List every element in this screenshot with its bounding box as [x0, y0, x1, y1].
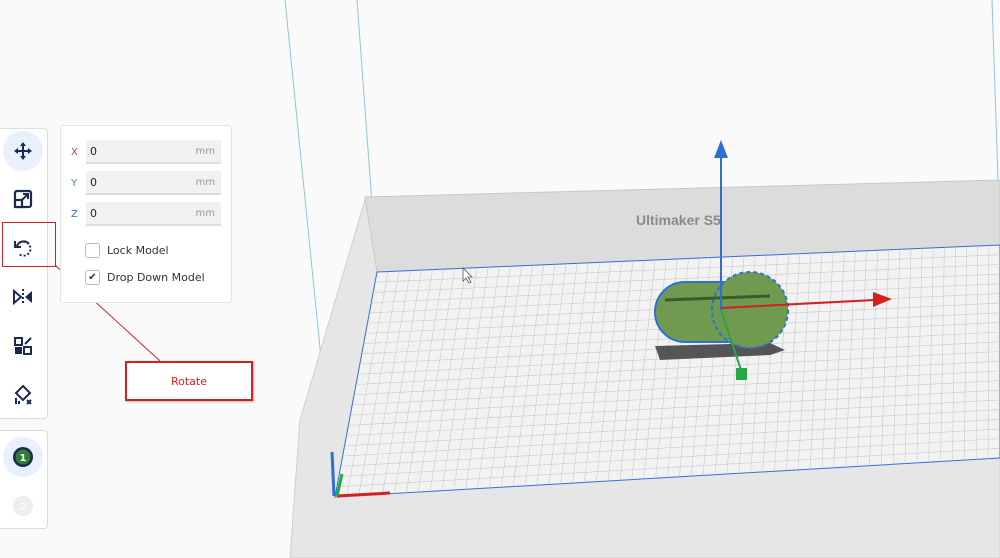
tool-toolbar	[0, 128, 48, 419]
move-tool-panel: X 0 mm Y 0 mm Z 0 mm Lock Model ✔ Drop Down Mod…	[60, 125, 232, 303]
x-unit: mm	[195, 145, 215, 157]
extruder-toolbar: 1 2	[0, 430, 48, 529]
y-value: 0	[90, 175, 97, 189]
extruder-2-button[interactable]: 2	[3, 486, 43, 526]
origin-z-axis	[330, 451, 336, 497]
drop-down-model-checkbox[interactable]: ✔ Drop Down Model	[85, 270, 205, 285]
x-input[interactable]: 0 mm	[86, 140, 221, 164]
lock-model-checkbox[interactable]: Lock Model	[85, 243, 169, 258]
x-value: 0	[90, 144, 97, 158]
mirror-tool-button[interactable]	[3, 277, 43, 317]
z-arrow-icon[interactable]	[714, 140, 728, 158]
build-plate	[334, 244, 1000, 498]
extruder-icon: 1	[13, 447, 33, 467]
y-label: Y	[71, 177, 78, 189]
support-blocker-icon	[14, 385, 32, 405]
svg-text:2: 2	[20, 502, 26, 513]
y-input[interactable]: 0 mm	[86, 171, 221, 195]
per-model-settings-button[interactable]	[3, 326, 43, 366]
rotate-highlight	[2, 222, 56, 267]
svg-text:1: 1	[20, 453, 27, 464]
y-unit: mm	[195, 176, 215, 188]
y-handle-icon[interactable]	[736, 368, 747, 380]
drop-down-model-label: Drop Down Model	[107, 271, 205, 284]
z-unit: mm	[195, 207, 215, 219]
extruder-1-button[interactable]: 1	[3, 437, 43, 477]
scale-icon	[13, 189, 33, 209]
move-tool-button[interactable]	[3, 131, 43, 171]
checkbox[interactable]	[85, 243, 100, 258]
extruder-icon: 2	[13, 496, 33, 516]
printer-label: Ultimaker S5	[636, 212, 721, 228]
mirror-icon	[13, 288, 32, 306]
z-input[interactable]: 0 mm	[86, 202, 221, 226]
z-label: Z	[71, 208, 78, 220]
x-label: X	[71, 146, 78, 158]
move-icon	[14, 142, 32, 160]
lock-model-label: Lock Model	[107, 244, 169, 257]
checkmark-icon[interactable]: ✔	[85, 270, 100, 285]
support-blocker-button[interactable]	[3, 375, 43, 415]
per-model-settings-icon	[14, 337, 32, 355]
z-value: 0	[90, 206, 97, 220]
scale-tool-button[interactable]	[3, 179, 43, 219]
annotation-label: Rotate	[125, 361, 253, 401]
